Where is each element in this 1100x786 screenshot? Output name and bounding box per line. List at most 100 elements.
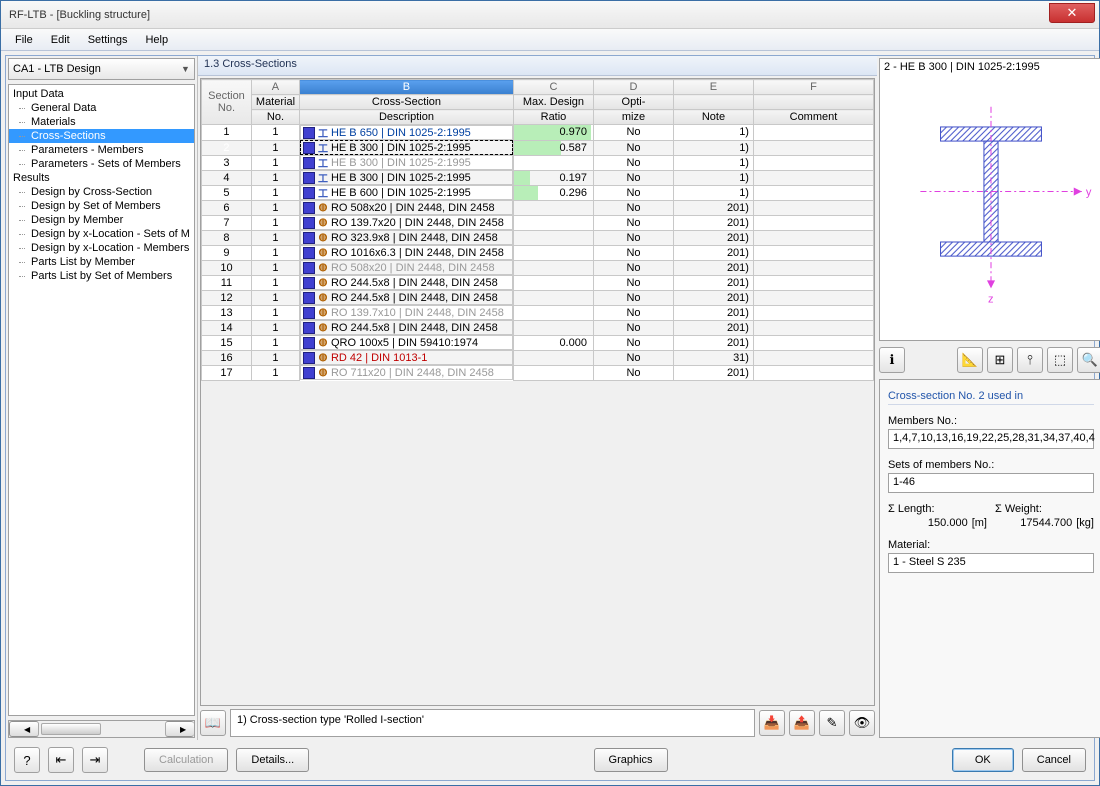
cross-sections-table[interactable]: SectionNo. A B C D E F Material Cross-Se… (201, 79, 874, 381)
col-note[interactable] (673, 95, 753, 110)
cell-note[interactable]: 1) (673, 125, 753, 141)
row-number[interactable]: 8 (201, 230, 251, 245)
cell-description[interactable]: ◍RD 42 | DIN 1013-1 (300, 350, 513, 365)
cell-description[interactable]: ◍RO 139.7x20 | DIN 2448, DIN 2458 (300, 215, 513, 230)
cell-description[interactable]: ◍RO 139.7x10 | DIN 2448, DIN 2458 (300, 305, 513, 320)
scroll-left-icon[interactable]: ◀ (9, 721, 39, 737)
cell-ratio[interactable] (513, 320, 593, 335)
cell-comment[interactable] (753, 245, 873, 260)
row-number[interactable]: 3 (201, 155, 251, 170)
cell-note[interactable]: 1) (673, 140, 753, 155)
cancel-button[interactable]: Cancel (1022, 748, 1086, 772)
nav-design-member[interactable]: Design by Member (9, 213, 194, 227)
cell-description[interactable]: 工HE B 300 | DIN 1025-2:1995 (300, 155, 513, 170)
cell-optimize[interactable]: No (593, 140, 673, 155)
cell-material[interactable]: 1 (251, 275, 299, 290)
cell-note[interactable]: 201) (673, 290, 753, 305)
row-number[interactable]: 13 (201, 305, 251, 320)
cell-description[interactable]: ◍RO 711x20 | DIN 2448, DIN 2458 (300, 365, 513, 380)
cell-note[interactable]: 201) (673, 245, 753, 260)
cell-note[interactable]: 201) (673, 335, 753, 350)
col-letter-c[interactable]: C (513, 80, 593, 95)
cell-optimize[interactable]: No (593, 305, 673, 320)
cell-description[interactable]: 工HE B 300 | DIN 1025-2:1995 (300, 140, 513, 155)
row-number[interactable]: 10 (201, 260, 251, 275)
cell-optimize[interactable]: No (593, 245, 673, 260)
cell-note[interactable]: 201) (673, 200, 753, 215)
cell-comment[interactable] (753, 305, 873, 320)
details-button[interactable]: Details... (236, 748, 309, 772)
cell-comment[interactable] (753, 200, 873, 215)
cell-material[interactable]: 1 (251, 350, 299, 365)
cell-description[interactable]: ◍RO 508x20 | DIN 2448, DIN 2458 (300, 200, 513, 215)
cell-comment[interactable] (753, 140, 873, 155)
axes-button[interactable]: ⊞ (987, 347, 1013, 373)
cell-material[interactable]: 1 (251, 200, 299, 215)
cell-optimize[interactable]: No (593, 125, 673, 141)
stress-button[interactable]: ⫯ (1017, 347, 1043, 373)
cell-description[interactable]: 工HE B 600 | DIN 1025-2:1995 (300, 185, 513, 200)
row-number[interactable]: 12 (201, 290, 251, 305)
cell-note[interactable]: 201) (673, 305, 753, 320)
measure-button[interactable]: 📐 (957, 347, 983, 373)
cell-material[interactable]: 1 (251, 170, 299, 185)
cell-description[interactable]: 工HE B 300 | DIN 1025-2:1995 (300, 170, 513, 185)
cell-description[interactable]: ◍RO 244.5x8 | DIN 2448, DIN 2458 (300, 275, 513, 290)
cell-comment[interactable] (753, 185, 873, 200)
row-number[interactable]: 7 (201, 215, 251, 230)
cell-material[interactable]: 1 (251, 320, 299, 335)
view-section-button[interactable]: 👁 (849, 710, 875, 736)
cell-description[interactable]: ◍RO 323.9x8 | DIN 2448, DIN 2458 (300, 230, 513, 245)
table-row[interactable]: 141◍RO 244.5x8 | DIN 2448, DIN 2458No201… (201, 320, 873, 335)
cell-material[interactable]: 1 (251, 260, 299, 275)
cell-ratio[interactable] (513, 290, 593, 305)
row-number[interactable]: 5 (201, 185, 251, 200)
cell-note[interactable]: 201) (673, 275, 753, 290)
cell-material[interactable]: 1 (251, 215, 299, 230)
table-row[interactable]: 31工HE B 300 | DIN 1025-2:1995No1) (201, 155, 873, 170)
row-number[interactable]: 4 (201, 170, 251, 185)
cell-material[interactable]: 1 (251, 155, 299, 170)
table-row[interactable]: 81◍RO 323.9x8 | DIN 2448, DIN 2458No201) (201, 230, 873, 245)
cell-optimize[interactable]: No (593, 260, 673, 275)
table-row[interactable]: 171◍RO 711x20 | DIN 2448, DIN 2458No201) (201, 365, 873, 380)
table-row[interactable]: 121◍RO 244.5x8 | DIN 2448, DIN 2458No201… (201, 290, 873, 305)
cell-material[interactable]: 1 (251, 125, 299, 141)
cell-material[interactable]: 1 (251, 335, 299, 350)
cell-ratio[interactable] (513, 350, 593, 365)
nav-cross-sections[interactable]: Cross-Sections (9, 129, 194, 143)
cell-ratio[interactable]: 0.970 (513, 125, 593, 141)
col-letter-d[interactable]: D (593, 80, 673, 95)
col-letter-b[interactable]: B (299, 80, 513, 95)
edit-section-button[interactable]: ✎ (819, 710, 845, 736)
pick-section-button[interactable]: 📥 (759, 710, 785, 736)
cell-comment[interactable] (753, 335, 873, 350)
cell-ratio[interactable] (513, 230, 593, 245)
table-row[interactable]: 91◍RO 1016x6.3 | DIN 2448, DIN 2458No201… (201, 245, 873, 260)
row-number[interactable]: 1 (201, 125, 251, 141)
help-button[interactable]: ? (14, 747, 40, 773)
cell-ratio[interactable] (513, 215, 593, 230)
nav-design-som[interactable]: Design by Set of Members (9, 199, 194, 213)
sets-value[interactable]: 1-46 (888, 473, 1094, 493)
cell-ratio[interactable] (513, 245, 593, 260)
cell-comment[interactable] (753, 170, 873, 185)
cell-optimize[interactable]: No (593, 275, 673, 290)
col-section-no[interactable]: SectionNo. (201, 80, 251, 125)
cell-optimize[interactable]: No (593, 335, 673, 350)
row-number[interactable]: 15 (201, 335, 251, 350)
info-button[interactable]: ℹ (879, 347, 905, 373)
cell-comment[interactable] (753, 290, 873, 305)
cell-ratio[interactable] (513, 365, 593, 380)
col-ratio[interactable]: Max. Design (513, 95, 593, 110)
cell-ratio[interactable] (513, 200, 593, 215)
cell-description[interactable]: ◍RO 244.5x8 | DIN 2448, DIN 2458 (300, 290, 513, 305)
cell-comment[interactable] (753, 230, 873, 245)
cell-ratio[interactable]: 0.197 (513, 170, 593, 185)
zoom-button[interactable]: 🔍 (1077, 347, 1100, 373)
close-button[interactable]: ✕ (1049, 3, 1095, 23)
row-number[interactable]: 17 (201, 365, 251, 380)
table-row[interactable]: 131◍RO 139.7x10 | DIN 2448, DIN 2458No20… (201, 305, 873, 320)
nav-design-xloc-members[interactable]: Design by x-Location - Members (9, 241, 194, 255)
prev-table-button[interactable]: ⇤ (48, 747, 74, 773)
